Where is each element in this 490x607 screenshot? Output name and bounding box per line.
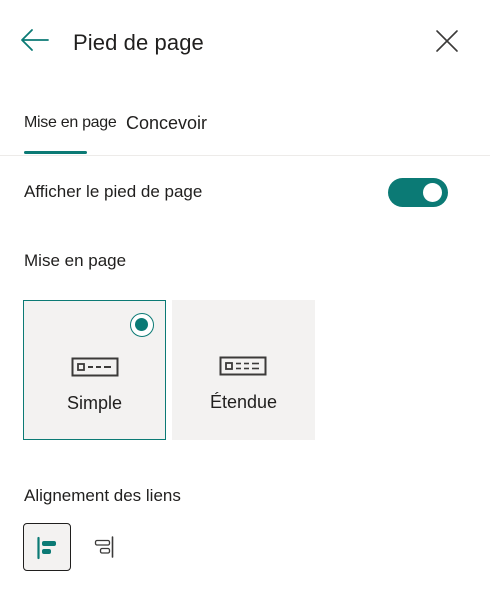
back-button[interactable] (19, 26, 51, 56)
link-alignment-label: Alignement des liens (24, 486, 181, 505)
layout-option-label: Simple (66, 393, 123, 413)
align-left-icon (37, 536, 56, 560)
tab-bar: Mise en page Concevoir (0, 106, 490, 156)
footer-simple-icon (71, 357, 119, 377)
show-footer-label: Afficher le pied de page (24, 182, 203, 201)
layout-option-label: Étendue (209, 392, 278, 412)
active-tab-indicator (24, 151, 87, 154)
align-links-right-button[interactable] (79, 523, 127, 571)
toggle-knob (423, 183, 442, 202)
tab-layout[interactable]: Mise en page (24, 114, 117, 132)
panel-header: Pied de page (0, 0, 490, 90)
show-footer-toggle[interactable] (388, 178, 448, 207)
footer-extended-icon (219, 356, 267, 376)
arrow-left-icon (21, 29, 49, 51)
layout-option-simple[interactable]: Simple (23, 300, 166, 440)
layout-section-label: Mise en page (24, 251, 127, 270)
radio-dot (135, 318, 148, 331)
close-button[interactable] (434, 28, 460, 54)
align-links-left-button[interactable] (23, 523, 71, 571)
tab-design[interactable]: Concevoir (126, 113, 207, 134)
close-icon (436, 30, 458, 52)
panel-title: Pied de page (73, 30, 204, 55)
show-footer-row: Afficher le pied de page (24, 178, 450, 208)
selected-radio-icon (130, 313, 154, 337)
layout-option-extended[interactable]: Étendue (172, 300, 315, 440)
align-right-icon (94, 536, 114, 558)
